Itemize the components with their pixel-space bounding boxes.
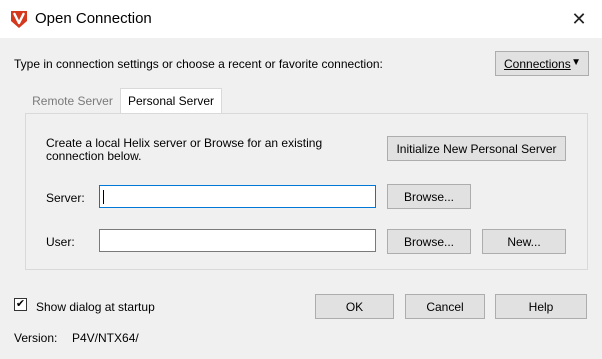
- instructions-text: Type in connection settings or choose a …: [14, 57, 383, 71]
- server-label: Server:: [46, 191, 85, 205]
- cancel-label: Cancel: [426, 299, 464, 314]
- user-browse-label: Browse...: [403, 234, 454, 249]
- connections-label: Connections: [504, 56, 571, 71]
- tab-personal-server[interactable]: Personal Server: [120, 88, 222, 115]
- help-button[interactable]: Help: [495, 294, 587, 319]
- p4v-logo-icon: [11, 11, 27, 28]
- window-title: Open Connection: [35, 10, 152, 27]
- show-dialog-label[interactable]: Show dialog at startup: [36, 300, 155, 314]
- server-browse-button[interactable]: Browse...: [387, 184, 471, 209]
- initialize-personal-server-button[interactable]: Initialize New Personal Server: [387, 136, 566, 161]
- text-caret: [103, 190, 104, 204]
- tab-personal-server-label: Personal Server: [127, 94, 215, 108]
- chevron-down-icon: ▼: [571, 57, 581, 68]
- cancel-button[interactable]: Cancel: [405, 294, 485, 319]
- version-label: Version:: [14, 331, 58, 345]
- version-value: P4V/NTX64/: [72, 331, 139, 345]
- connections-dropdown-button[interactable]: Connections ▼: [495, 51, 589, 76]
- initialize-button-label: Initialize New Personal Server: [396, 141, 557, 156]
- help-label: Help: [528, 299, 554, 314]
- user-browse-button[interactable]: Browse...: [387, 229, 471, 254]
- tab-remote-server[interactable]: Remote Server: [26, 88, 119, 113]
- user-new-button[interactable]: New...: [482, 229, 566, 254]
- server-browse-label: Browse...: [403, 189, 454, 204]
- checkmark-icon: ✔: [15, 298, 26, 310]
- title-bar: Open Connection ✕: [0, 0, 602, 38]
- close-icon: ✕: [571, 8, 587, 29]
- user-input[interactable]: [99, 229, 376, 252]
- user-label: User:: [46, 235, 75, 249]
- ok-label: OK: [345, 299, 364, 314]
- server-input[interactable]: [99, 185, 376, 208]
- user-new-label: New...: [507, 234, 541, 249]
- close-button[interactable]: ✕: [556, 0, 602, 38]
- show-dialog-checkbox[interactable]: ✔: [14, 298, 27, 311]
- panel-description: Create a local Helix server or Browse fo…: [46, 136, 323, 163]
- ok-button[interactable]: OK: [315, 294, 394, 319]
- tab-remote-server-label: Remote Server: [32, 93, 113, 108]
